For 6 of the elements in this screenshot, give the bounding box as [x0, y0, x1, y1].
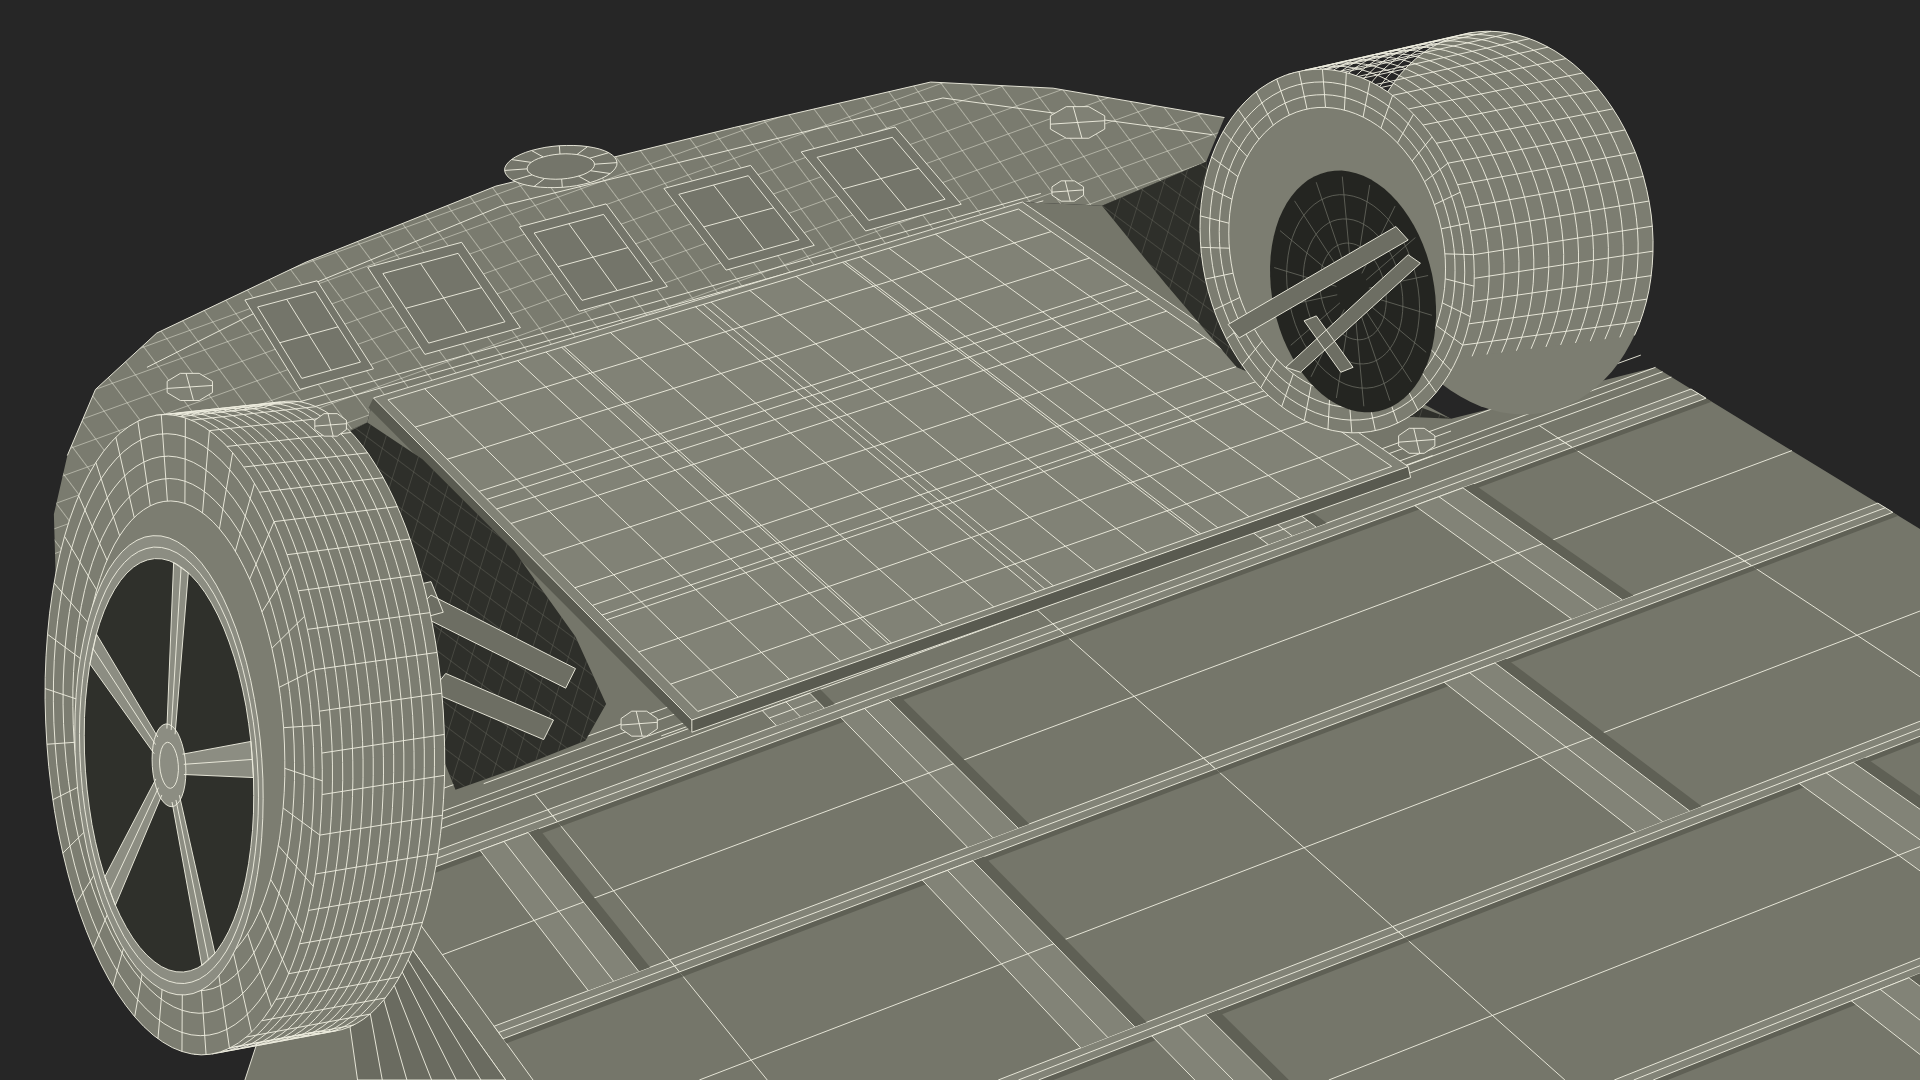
bolt-head [314, 413, 347, 437]
bolt-head [620, 710, 658, 737]
bolt-head [1398, 427, 1436, 454]
bolt-head [1051, 180, 1084, 202]
bolt-head [166, 372, 213, 401]
bolt-head [1049, 106, 1106, 139]
